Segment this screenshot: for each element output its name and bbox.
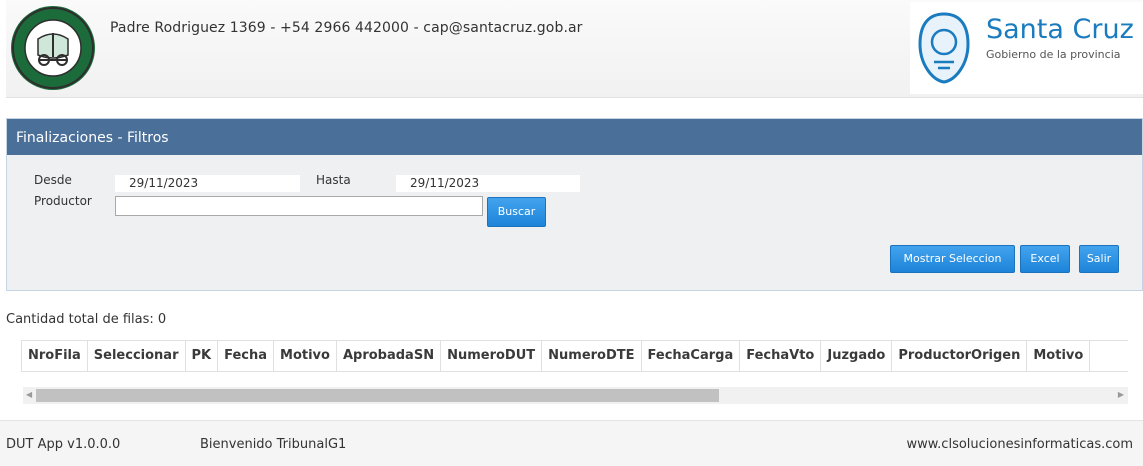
mostrar-seleccion-button[interactable]: Mostrar Seleccion: [890, 245, 1015, 273]
productor-input[interactable]: [115, 196, 483, 216]
column-header[interactable]: Seleccionar: [88, 341, 186, 371]
productor-label: Productor: [34, 194, 92, 208]
santa-cruz-shield-icon: [918, 12, 970, 84]
website-link[interactable]: www.clsolucionesinformaticas.com: [906, 437, 1133, 452]
column-header[interactable]: Motivo: [274, 341, 337, 371]
column-header[interactable]: NumeroDUT: [441, 341, 543, 371]
filters-panel: Finalizaciones - Filtros Desde 29/11/202…: [6, 118, 1143, 291]
santa-cruz-logo: Santa Cruz Gobierno de la provincia: [910, 2, 1143, 94]
column-header[interactable]: ProductorOrigen: [892, 341, 1028, 371]
column-header[interactable]: AprobadaSN: [337, 341, 442, 371]
row-count: Cantidad total de filas: 0: [6, 312, 167, 327]
desde-label: Desde: [34, 173, 72, 187]
results-grid-header: NroFila Seleccionar PK Fecha Motivo AprobadaS…: [21, 340, 1128, 372]
salir-button[interactable]: Salir: [1079, 245, 1119, 273]
column-header[interactable]: Juzgado: [821, 341, 893, 371]
consejo-agrario-logo: [11, 6, 95, 90]
contact-info: Padre Rodriguez 1369 - +54 2966 442000 -…: [110, 20, 583, 36]
hasta-label: Hasta: [316, 173, 351, 187]
column-header[interactable]: FechaCarga: [642, 341, 741, 371]
horizontal-scrollbar[interactable]: ◀ ▶: [23, 387, 1128, 404]
column-header[interactable]: Fecha: [218, 341, 275, 371]
column-header[interactable]: FechaVto: [740, 341, 822, 371]
scrollbar-thumb[interactable]: [36, 389, 719, 402]
excel-button[interactable]: Excel: [1020, 245, 1070, 273]
app-version: DUT App v1.0.0.0: [6, 437, 121, 452]
scroll-right-icon[interactable]: ▶: [1118, 390, 1124, 399]
hasta-field[interactable]: 29/11/2023: [396, 175, 580, 192]
welcome-text: Bienvenido TribunalG1: [200, 437, 347, 452]
page-footer: DUT App v1.0.0.0 Bienvenido TribunalG1 w…: [0, 420, 1143, 466]
brand-title: Santa Cruz: [986, 14, 1134, 45]
page-header: Padre Rodriguez 1369 - +54 2966 442000 -…: [6, 0, 1143, 98]
desde-field[interactable]: 29/11/2023: [115, 175, 300, 192]
column-header[interactable]: Motivo: [1027, 341, 1091, 371]
scroll-left-icon[interactable]: ◀: [26, 390, 32, 399]
column-header[interactable]: NroFila: [22, 341, 88, 371]
brand-subtitle: Gobierno de la provincia: [986, 48, 1121, 61]
column-header[interactable]: PK: [186, 341, 219, 371]
buscar-button[interactable]: Buscar: [487, 197, 546, 227]
column-header[interactable]: NumeroDTE: [542, 341, 642, 371]
panel-title: Finalizaciones - Filtros: [7, 119, 1142, 155]
